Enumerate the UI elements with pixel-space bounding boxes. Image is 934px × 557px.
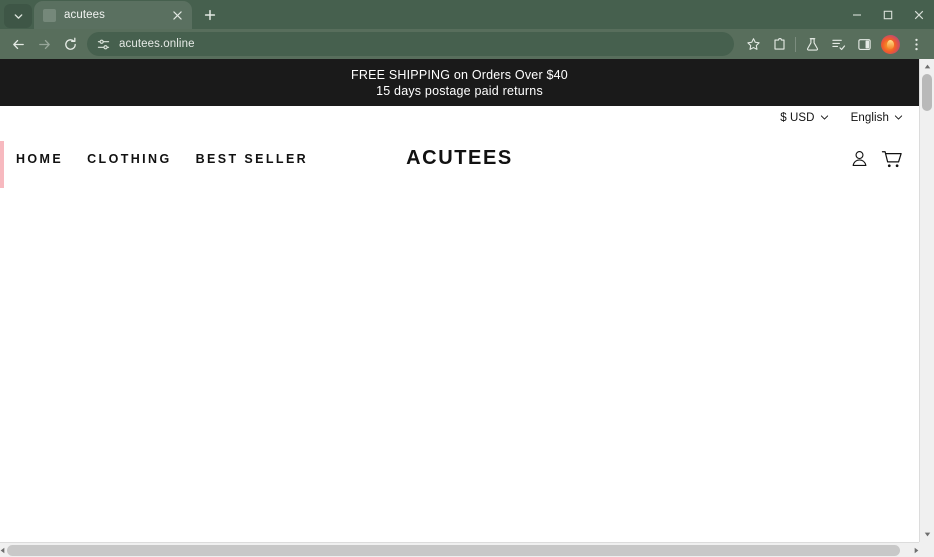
toolbar-separator [795,36,796,52]
scrollbar-corner [919,542,934,557]
site-logo[interactable]: ACUTEES [340,147,580,170]
close-icon [914,10,923,19]
three-dot-menu-icon [914,38,918,50]
extensions-button[interactable] [766,31,792,57]
extensions-icon [773,37,785,50]
language-label: English [850,111,889,124]
utility-bar: $ USD English [0,106,919,129]
arrow-left-icon [12,39,24,49]
page-area: FREE SHIPPING on Orders Over $40 15 days… [0,59,934,542]
user-account-icon [852,151,867,166]
browser-toolbar: acutees.online [0,29,934,59]
caret-down-icon [924,532,930,537]
browser-tab-acutees[interactable]: acutees [34,1,192,29]
caret-up-icon [924,64,930,69]
tune-sliders-icon[interactable] [97,38,110,51]
page-favicon [43,8,56,22]
tab-search-button[interactable] [4,4,32,28]
star-icon [746,37,760,50]
horizontal-scrollbar[interactable] [0,542,919,557]
vertical-scroll-thumb[interactable] [922,74,932,111]
arrow-right-icon [38,39,50,49]
horizontal-scroll-track[interactable] [5,543,914,557]
nav-item-clothing[interactable]: CLOTHING [87,152,171,166]
browser-menu-button[interactable] [903,31,929,57]
reload-icon [64,37,76,50]
back-button[interactable] [5,31,31,57]
address-bar-url: acutees.online [119,38,195,50]
labs-button[interactable] [799,31,825,57]
close-icon [173,10,182,20]
side-panel-icon [857,38,871,50]
window-maximize-button[interactable] [872,0,903,29]
web-page-viewport: FREE SHIPPING on Orders Over $40 15 days… [0,59,934,557]
account-button[interactable] [850,149,869,168]
nav-item-best-seller[interactable]: BEST SELLER [196,152,309,166]
window-close-button[interactable] [903,0,934,29]
window-controls [841,0,934,29]
browser-window: acutees acutees.online FREE SHIPPING on … [0,0,934,557]
flask-icon [806,37,818,51]
reading-list-icon [831,39,845,50]
tab-close-button[interactable] [169,7,186,24]
site-header: HOME CLOTHING BEST SELLER ACUTEES [0,129,919,188]
page-content: FREE SHIPPING on Orders Over $40 15 days… [0,59,919,542]
cart-button[interactable] [881,149,903,169]
chevron-down-icon [894,115,903,120]
minimize-icon [852,13,861,16]
vertical-scroll-track[interactable] [920,74,934,527]
main-navigation: HOME CLOTHING BEST SELLER [16,152,308,166]
profile-button[interactable] [877,31,903,57]
chevron-down-icon [820,115,828,120]
new-tab-button[interactable] [197,2,223,28]
announcement-bar: FREE SHIPPING on Orders Over $40 15 days… [0,59,919,106]
currency-label: $ USD [780,111,815,124]
chevron-down-icon [14,13,22,19]
currency-selector[interactable]: $ USD [780,112,828,124]
reading-list-button[interactable] [825,31,851,57]
side-panel-button[interactable] [851,31,877,57]
shopping-cart-icon [881,150,902,167]
scroll-down-button[interactable] [920,527,934,542]
tab-title: acutees [64,9,105,21]
announcement-line-1: FREE SHIPPING on Orders Over $40 [351,67,568,82]
toolbar-actions [740,31,929,57]
tab-strip: acutees [0,0,934,29]
maximize-icon [883,10,892,19]
language-selector[interactable]: English [851,112,903,124]
header-actions [850,149,903,169]
horizontal-scrollbar-row [0,542,934,557]
nav-item-home[interactable]: HOME [16,152,63,166]
bookmark-button[interactable] [740,31,766,57]
window-minimize-button[interactable] [841,0,872,29]
scroll-up-button[interactable] [920,59,934,74]
horizontal-scroll-thumb[interactable] [7,544,900,556]
announcement-line-2: 15 days postage paid returns [376,83,543,98]
address-bar[interactable]: acutees.online [87,32,734,56]
profile-avatar-icon [880,34,900,54]
avatar-flame-glyph [886,39,894,49]
reload-button[interactable] [57,31,83,57]
vertical-scrollbar[interactable] [919,59,934,542]
forward-button[interactable] [31,31,57,57]
plus-icon [204,9,216,21]
